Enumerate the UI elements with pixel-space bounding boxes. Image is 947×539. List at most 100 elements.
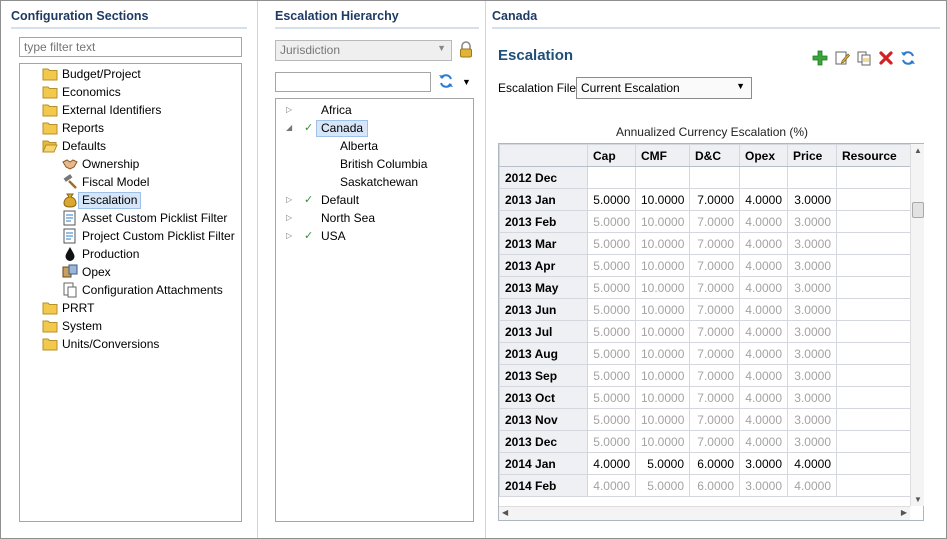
table-cell: 5.0000 — [587, 254, 636, 277]
table-cell[interactable] — [836, 452, 911, 475]
menu-dropdown-icon[interactable]: ▼ — [462, 77, 471, 87]
add-icon[interactable] — [811, 49, 829, 67]
hierarchy-node[interactable]: ▷ North Sea — [276, 209, 473, 227]
tree-item-label: Units/Conversions — [62, 337, 160, 351]
tree-item[interactable]: Units/Conversions — [20, 335, 241, 353]
lock-icon[interactable] — [459, 41, 473, 61]
tree-item[interactable]: System — [20, 317, 241, 335]
picklist-icon — [62, 210, 78, 226]
table-cell: 4.0000 — [739, 298, 788, 321]
tree-item[interactable]: External Identifiers — [20, 101, 241, 119]
hierarchy-tree[interactable]: ▷ Africa ◢ ✓ Canada Alberta British Columbia Sa… — [275, 98, 474, 522]
table-cell[interactable] — [836, 188, 911, 211]
column-header[interactable]: D&C — [689, 144, 740, 167]
scroll-thumb[interactable] — [912, 202, 924, 218]
tree-item[interactable]: Project Custom Picklist Filter — [20, 227, 241, 245]
tree-item[interactable]: Budget/Project — [20, 65, 241, 83]
collapsed-arrow-icon[interactable]: ▷ — [286, 101, 292, 119]
expanded-arrow-icon[interactable]: ◢ — [286, 119, 292, 137]
table-cell[interactable]: 6.0000 — [689, 452, 740, 475]
table-cell[interactable]: 10.0000 — [635, 188, 690, 211]
table-cell[interactable]: 4.0000 — [739, 188, 788, 211]
table-cell[interactable]: 3.0000 — [739, 452, 788, 475]
table-cell[interactable] — [787, 166, 837, 189]
tree-item-label: Asset Custom Picklist Filter — [82, 211, 228, 225]
column-header[interactable]: Resource — [836, 144, 911, 167]
tree-item[interactable]: Opex — [20, 263, 241, 281]
hierarchy-node[interactable]: ▷ Africa — [276, 101, 473, 119]
refresh-icon[interactable] — [438, 73, 454, 92]
tree-item[interactable]: PRRT — [20, 299, 241, 317]
row-header: 2012 Dec — [499, 166, 588, 189]
tree-item[interactable]: Ownership — [20, 155, 241, 173]
money-bag-icon — [62, 192, 78, 208]
hierarchy-search-input[interactable] — [275, 72, 431, 92]
tree-item-label: Economics — [62, 85, 121, 99]
collapsed-arrow-icon[interactable]: ▷ — [286, 209, 292, 227]
scroll-right-icon[interactable]: ▶ — [901, 508, 907, 517]
table-cell[interactable] — [635, 166, 690, 189]
configuration-tree[interactable]: Budget/Project Economics External Identifi… — [19, 63, 242, 522]
tree-item[interactable]: Economics — [20, 83, 241, 101]
table-cell — [836, 364, 911, 387]
app-window: Configuration Sections Budget/Project Eco… — [0, 0, 947, 539]
hierarchy-node[interactable]: ◢ ✓ Canada — [276, 119, 473, 137]
collapsed-arrow-icon[interactable]: ▷ — [286, 227, 292, 245]
table-cell[interactable] — [587, 166, 636, 189]
picklist-icon — [62, 228, 78, 244]
tree-item[interactable]: Defaults — [20, 137, 241, 155]
table-cell[interactable] — [739, 166, 788, 189]
table-cell[interactable] — [689, 166, 740, 189]
tree-item[interactable]: Configuration Attachments — [20, 281, 241, 299]
column-header[interactable]: Cap — [587, 144, 636, 167]
scroll-up-icon[interactable]: ▲ — [914, 146, 922, 155]
table-cell[interactable]: 4.0000 — [587, 452, 636, 475]
table-cell: 10.0000 — [635, 254, 690, 277]
scroll-down-icon[interactable]: ▼ — [914, 495, 922, 504]
folder-icon — [42, 120, 58, 136]
collapsed-arrow-icon[interactable]: ▷ — [286, 191, 292, 209]
row-header: 2013 Jul — [499, 320, 588, 343]
tree-item[interactable]: Asset Custom Picklist Filter — [20, 209, 241, 227]
hierarchy-node[interactable]: ▷ ✓ Default — [276, 191, 473, 209]
column-header[interactable]: Price — [787, 144, 837, 167]
tree-item[interactable]: Reports — [20, 119, 241, 137]
hierarchy-node[interactable]: British Columbia — [276, 155, 473, 173]
hierarchy-node[interactable]: ▷ ✓ USA — [276, 227, 473, 245]
hierarchy-node[interactable]: Alberta — [276, 137, 473, 155]
vertical-scrollbar[interactable]: ▲ ▼ — [910, 144, 924, 506]
table-cell[interactable]: 3.0000 — [787, 188, 837, 211]
attachment-icon — [62, 282, 78, 298]
tree-item-label: Defaults — [62, 139, 107, 153]
table-row: 2013 Mar 5.0000 10.0000 7.0000 4.0000 3.0000 — [499, 232, 911, 255]
delete-icon[interactable] — [877, 49, 895, 67]
table-cell[interactable]: 4.0000 — [787, 452, 837, 475]
refresh-icon[interactable] — [899, 49, 917, 67]
row-header: 2013 Feb — [499, 210, 588, 233]
table-cell[interactable]: 5.0000 — [587, 188, 636, 211]
table-row: 2014 Feb 4.0000 5.0000 6.0000 3.0000 4.0000 — [499, 474, 911, 497]
horizontal-scrollbar[interactable]: ◀ ▶ — [499, 506, 910, 520]
detail-pane: Canada Escalation Escalation File Curren… — [485, 1, 946, 538]
tree-item[interactable]: Fiscal Model — [20, 173, 241, 191]
table-cell: 7.0000 — [689, 276, 740, 299]
scroll-left-icon[interactable]: ◀ — [502, 508, 508, 517]
folder-icon — [42, 318, 58, 334]
table-cell[interactable] — [836, 166, 911, 189]
table-cell[interactable]: 5.0000 — [635, 452, 690, 475]
filter-input[interactable] — [19, 37, 242, 57]
escalation-file-value: Current Escalation — [581, 81, 680, 95]
table-cell[interactable]: 7.0000 — [689, 188, 740, 211]
column-header[interactable]: Opex — [739, 144, 788, 167]
tree-item[interactable]: Production — [20, 245, 241, 263]
edit-icon[interactable] — [833, 49, 851, 67]
hierarchy-node-label: Canada — [316, 120, 369, 137]
hierarchy-node[interactable]: Saskatchewan — [276, 173, 473, 191]
tree-item[interactable]: Escalation — [20, 191, 241, 209]
escalation-file-select[interactable]: Current Escalation ▼ — [576, 77, 752, 99]
tree-item-label: System — [62, 319, 103, 333]
column-header[interactable] — [499, 144, 588, 167]
jurisdiction-select[interactable]: Jurisdiction ▼ — [275, 40, 452, 61]
copy-icon[interactable] — [855, 49, 873, 67]
column-header[interactable]: CMF — [635, 144, 690, 167]
